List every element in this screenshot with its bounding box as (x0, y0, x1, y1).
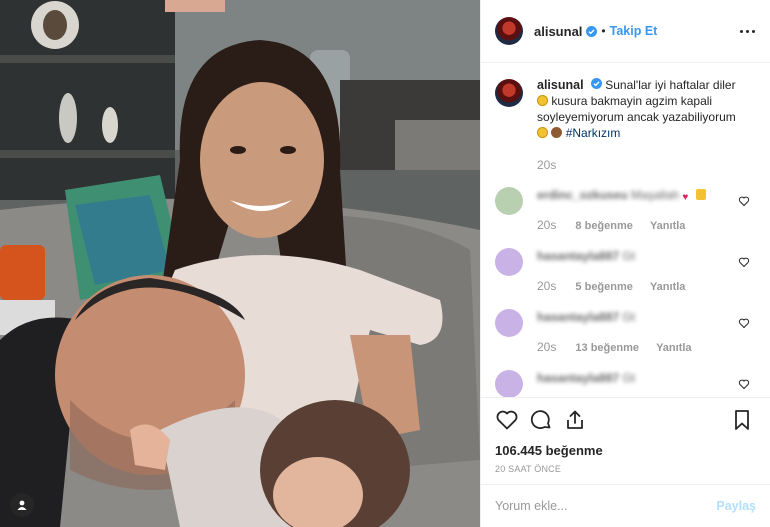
comment-username[interactable]: hasantayla887 (537, 310, 619, 324)
comment-time: 20s (537, 218, 557, 232)
reply-button[interactable]: Yanıtla (656, 342, 691, 354)
caption-hashtag[interactable]: #Narkızım (566, 126, 621, 140)
separator-dot: • (601, 24, 606, 38)
comment-item: hasantayla887 Gt 20s 5 beğenme Yanıtla (481, 248, 770, 295)
caption-text-line1: Sunal'lar iyi haftalar diler (605, 78, 736, 92)
comment-text: Gt (622, 249, 636, 263)
reply-button[interactable]: Yanıtla (650, 220, 685, 232)
family-selfie-image (0, 0, 480, 527)
comment-time: 20s (537, 279, 557, 293)
tagged-users-button[interactable] (10, 493, 34, 517)
post-actions: 106.445 beğenme 20 SAAT ÖNCE (481, 397, 770, 474)
post-comment-button[interactable]: Paylaş (716, 499, 756, 513)
post-username[interactable]: alisunal (534, 24, 582, 39)
verified-badge-icon (590, 78, 602, 89)
comment-item: hasantayla887 Gt 20s 13 beğenme Yanıtla (481, 309, 770, 356)
share-icon[interactable] (563, 408, 587, 432)
more-options-icon[interactable] (736, 20, 758, 42)
comment-likes[interactable]: 13 beğenme (575, 342, 639, 354)
instagram-post: alisunal • Takip Et alisunal Sunal'lar i… (0, 0, 770, 527)
pray-emoji-icon (695, 189, 706, 200)
bookmark-icon[interactable] (730, 408, 754, 432)
heart-icon[interactable] (495, 408, 519, 432)
comment-text: Gt (622, 310, 636, 324)
like-count[interactable]: 106.445 beğenme (495, 443, 756, 458)
comment-username[interactable]: hasantayla887 (537, 371, 619, 385)
caption-username[interactable]: alisunal (537, 78, 584, 92)
caption-time: 20s (537, 158, 557, 172)
comment-likes[interactable]: 5 beğenme (575, 281, 632, 293)
comment-item: erdinc_ozkuseu Maşallah ♥ 20s 8 beğenme … (481, 187, 770, 234)
heart-icon[interactable] (738, 317, 750, 329)
smile-emoji-icon (537, 95, 548, 106)
post-header: alisunal • Takip Et (481, 0, 770, 63)
smile-emoji-icon (537, 127, 548, 138)
comment-username[interactable]: erdinc_ozkuseu (537, 188, 628, 202)
comment-input[interactable] (495, 499, 717, 513)
avatar[interactable] (495, 370, 523, 397)
comment-text: Maşallah (631, 188, 680, 202)
comment-text: Gt (622, 371, 636, 385)
post-photo[interactable] (0, 0, 480, 527)
caption-text-line2: kusura bakmayin agzim kapali soyleyemiyo… (537, 94, 736, 124)
red-heart-emoji-icon: ♥ (682, 192, 689, 203)
post-side-panel: alisunal • Takip Et alisunal Sunal'lar i… (480, 0, 770, 527)
comment-likes[interactable]: 8 beğenme (575, 220, 632, 232)
post-age: 20 SAAT ÖNCE (495, 464, 562, 474)
user-tag-icon (17, 500, 27, 510)
comment-time: 20s (537, 340, 557, 354)
heart-icon[interactable] (738, 256, 750, 268)
heart-icon[interactable] (738, 195, 750, 207)
avatar[interactable] (495, 248, 523, 276)
comment-username[interactable]: hasantayla887 (537, 249, 619, 263)
avatar[interactable] (495, 79, 523, 107)
post-caption: alisunal Sunal'lar iyi haftalar diler ku… (481, 63, 770, 173)
avatar[interactable] (495, 187, 523, 215)
monkey-emoji-icon (551, 127, 563, 138)
avatar[interactable] (495, 309, 523, 337)
add-comment-bar: Paylaş (481, 484, 770, 527)
comment-icon[interactable] (529, 408, 553, 432)
heart-icon[interactable] (738, 378, 750, 390)
comments-list[interactable]: alisunal Sunal'lar iyi haftalar diler ku… (481, 63, 770, 397)
comment-item: hasantayla887 Gt (481, 370, 770, 397)
reply-button[interactable]: Yanıtla (650, 281, 685, 293)
verified-badge-icon (586, 25, 598, 37)
avatar[interactable] (495, 17, 523, 45)
follow-button[interactable]: Takip Et (610, 24, 658, 38)
